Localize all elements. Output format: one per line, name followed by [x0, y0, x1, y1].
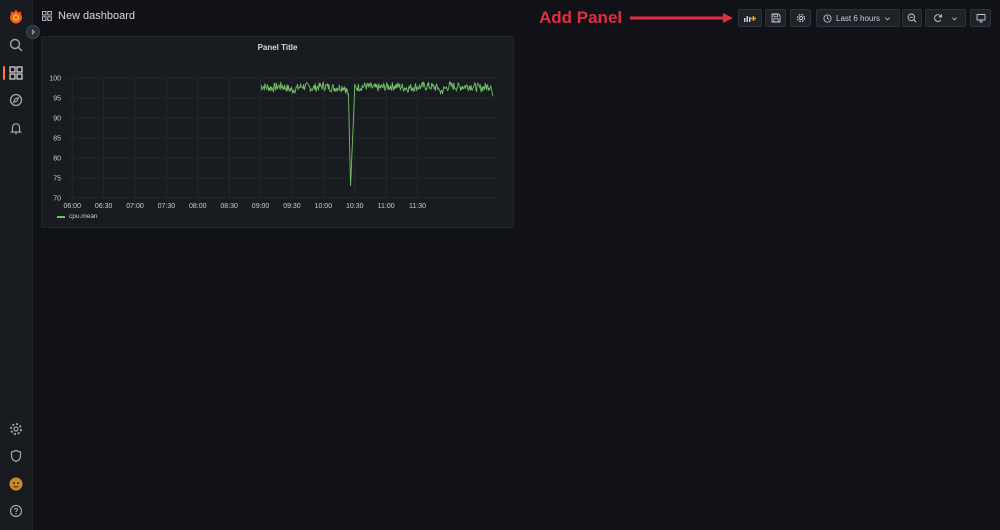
arrow-right-icon: [630, 13, 733, 23]
search-icon[interactable]: [8, 37, 24, 53]
x-tick-label: 10:00: [315, 203, 333, 210]
legend-color-swatch: [57, 215, 65, 218]
chevron-right-icon: [31, 29, 35, 35]
chevron-down-icon: [952, 16, 957, 20]
y-tick-label: 95: [53, 96, 61, 103]
time-picker-button[interactable]: Last 6 hours: [816, 9, 900, 27]
x-tick-label: 09:00: [252, 203, 270, 210]
y-tick-label: 90: [53, 116, 61, 123]
x-tick-label: 11:00: [378, 203, 395, 210]
y-tick-label: 85: [53, 136, 61, 143]
shield-icon[interactable]: [8, 448, 24, 464]
legend: cpu.mean: [57, 213, 98, 220]
x-tick-label: 08:00: [189, 203, 207, 210]
legend-item-label[interactable]: cpu.mean: [69, 213, 98, 220]
refresh-button[interactable]: [925, 9, 966, 27]
dashboard-title[interactable]: New dashboard: [58, 10, 135, 22]
settings-icon: [796, 13, 805, 23]
x-tick-label: 09:30: [283, 203, 301, 210]
user-avatar[interactable]: [8, 476, 24, 492]
clock-icon: [823, 13, 832, 23]
x-tick-label: 06:30: [95, 203, 113, 210]
add-panel-icon: [744, 16, 756, 22]
configuration-icon[interactable]: [8, 421, 24, 437]
dashboards-icon[interactable]: [8, 65, 24, 81]
y-tick-label: 100: [49, 76, 61, 83]
time-range-label: Last 6 hours: [836, 13, 881, 23]
chevron-down-icon: [885, 16, 890, 20]
sidebar: [0, 0, 33, 530]
x-tick-label: 08:30: [220, 203, 238, 210]
y-tick-label: 80: [53, 156, 61, 163]
expand-sidebar-button[interactable]: [26, 25, 40, 39]
graph-panel[interactable]: Panel Title 100 95 90 85 80 75 70 06:00 06:30 07:…: [41, 36, 514, 228]
add-panel-button[interactable]: [738, 9, 762, 27]
tv-mode-icon: [976, 14, 985, 23]
x-tick-label: 07:00: [126, 203, 144, 210]
dashboard-grid-icon: [42, 11, 52, 21]
active-indicator: [3, 66, 5, 80]
x-tick-label: 11:30: [409, 203, 426, 210]
tv-mode-button[interactable]: [970, 9, 991, 27]
save-icon: [771, 13, 780, 23]
add-panel-annotation: Add Panel: [539, 8, 623, 27]
grafana-logo[interactable]: [8, 9, 24, 25]
x-tick-label: 10:30: [346, 203, 364, 210]
zoom-out-button[interactable]: [902, 9, 922, 27]
y-tick-label: 75: [53, 176, 61, 183]
help-icon[interactable]: [8, 503, 24, 519]
alerting-icon[interactable]: [8, 120, 24, 136]
time-series-chart: 100 95 90 85 80 75 7006:00 06:30 07:00 07:30 08:00…: [49, 76, 496, 210]
save-dashboard-button[interactable]: [765, 9, 786, 27]
series-line-cpu-mean: [260, 80, 494, 187]
x-tick-label: 06:00: [63, 203, 81, 210]
explore-icon[interactable]: [8, 92, 24, 108]
x-tick-label: 07:30: [158, 203, 176, 210]
zoom-out-icon: [907, 13, 917, 23]
dashboard-settings-button[interactable]: [790, 9, 811, 27]
y-tick-label: 70: [53, 196, 61, 203]
refresh-icon: [934, 14, 942, 22]
